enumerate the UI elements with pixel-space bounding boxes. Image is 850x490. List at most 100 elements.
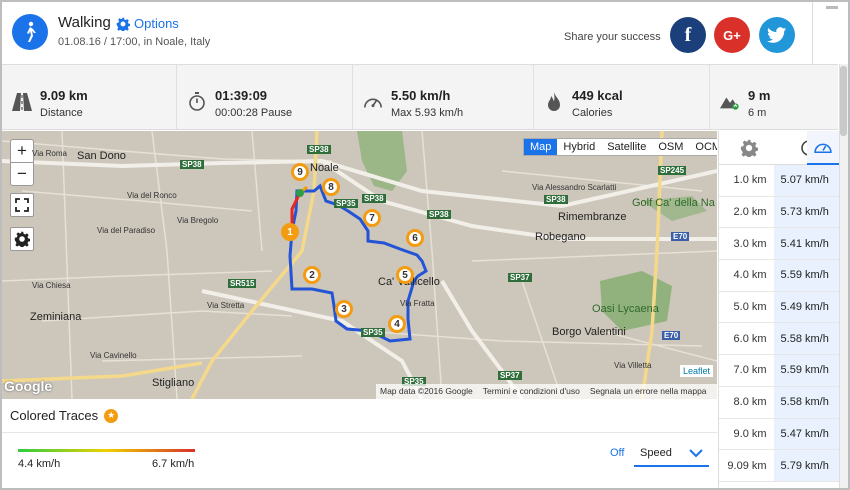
options-label: Options [134,16,179,31]
map-settings-button[interactable] [10,227,34,251]
start-marker[interactable]: 1 [281,223,299,241]
place-label: Via Stretta [207,301,245,310]
split-distance: 7.0 km [733,364,767,377]
route-marker[interactable]: 2 [303,266,321,284]
star-icon: ★ [104,408,119,423]
stopwatch-icon [187,92,207,112]
stat-distance: 9.09 km Distance [2,65,177,129]
zoom-out-button[interactable]: − [10,162,34,186]
split-distance: 4.0 km [733,269,767,282]
facebook-icon: f [684,23,692,46]
road-badge: SP38 [180,160,204,169]
stat-duration: 01:39:09 00:00:28 Pause [177,65,353,129]
place-label: Via del Paradiso [97,226,156,235]
route-marker[interactable]: 6 [406,229,424,247]
place-label: Via del Ronco [127,191,177,200]
gradient-min-label: 4.4 km/h [18,458,61,470]
split-distance: 2.0 km [733,206,767,219]
road-badge: SP245 [658,166,687,175]
twitter-icon [767,26,787,43]
google-plus-share-button[interactable]: G+ [714,17,750,53]
route-marker[interactable]: 4 [388,315,406,333]
avg-speed-value: 5.50 km/h [391,88,451,103]
split-row: 1.0 km 5.07 km/h [719,165,839,197]
attribution-report-link[interactable]: Segnala un errore nella mappa [590,386,707,397]
trace-metric-select[interactable]: Speed [634,441,709,467]
place-label: Via Villetta [614,361,652,370]
attribution-terms-link[interactable]: Termini e condizioni d'uso [483,386,580,397]
speed-gradient-bar [18,449,195,452]
traces-title-text: Colored Traces [10,408,99,423]
route-marker[interactable]: 8 [322,178,340,196]
split-row: 3.0 km 5.41 km/h [719,228,839,261]
map-layer-switcher: Map Hybrid Satellite OSM OCM [523,138,717,156]
road-badge: SP37 [508,273,532,282]
place-label: Rimembranze [558,211,627,223]
road-badge: SP38 [544,195,568,204]
share-label: Share your success [564,31,661,43]
layer-hybrid[interactable]: Hybrid [557,139,601,155]
split-speed: 5.58 km/h [773,323,839,355]
chevron-down-icon [689,449,703,458]
gradient-max-label: 6.7 km/h [152,458,195,470]
facebook-share-button[interactable]: f [670,17,706,53]
layer-satellite[interactable]: Satellite [601,139,652,155]
scrollbar-thumb[interactable] [840,66,847,136]
place-label: San Dono [77,150,126,162]
layer-ocm[interactable]: OCM [689,139,717,155]
route-marker[interactable]: 5 [396,266,414,284]
leaflet-link[interactable]: Leaflet [680,365,714,377]
map-attribution: Map data ©2016 Google Termini e condizio… [376,384,717,399]
split-distance: 3.0 km [733,237,767,250]
elevation-sub-value: 6 m [748,107,767,119]
route-marker[interactable]: 7 [363,209,381,227]
stat-speed: 5.50 km/h Max 5.93 km/h [353,65,534,129]
split-speed: 5.58 km/h [773,386,839,418]
divider [2,432,717,433]
pause-value: 00:00:28 Pause [215,107,293,119]
panel-handle[interactable] [826,6,838,9]
split-speed: 5.07 km/h [773,165,839,196]
layer-osm[interactable]: OSM [652,139,689,155]
split-distance: 1.0 km [733,174,767,187]
road-badge: SP38 [307,145,331,154]
place-label: Noale [310,162,339,174]
splits-speed-tab[interactable] [807,131,839,165]
duration-value: 01:39:09 [215,88,268,103]
split-row: 9.09 km 5.79 km/h [719,450,839,482]
google-plus-icon: G+ [723,27,741,43]
split-row: 5.0 km 5.49 km/h [719,291,839,324]
activity-date-location: 01.08.16 / 17:00, in Noale, Italy [58,36,211,48]
road-badge: SP38 [362,194,386,203]
zoom-in-button[interactable]: + [10,139,34,163]
split-speed: 5.73 km/h [773,196,839,228]
stat-elevation: 9 m 6 m [710,65,838,129]
twitter-share-button[interactable] [759,17,795,53]
route-marker[interactable]: 3 [335,300,353,318]
fullscreen-icon [15,198,29,212]
flame-icon [544,92,564,112]
splits-rows: 1.0 km 5.07 km/h 2.0 km 5.73 km/h 3.0 km 5.41… [719,165,839,482]
splits-settings-tab[interactable] [719,131,779,164]
split-row: 2.0 km 5.73 km/h [719,196,839,229]
place-label: Via Roma [32,149,67,158]
route-map[interactable]: + − Map Hybrid Satellite OSM OCM San Don… [2,131,717,399]
splits-table: 1.0 km 5.07 km/h 2.0 km 5.73 km/h 3.0 km 5.41… [718,131,839,488]
options-link[interactable]: Options [116,16,179,31]
road-icon [12,92,32,112]
split-row: 7.0 km 5.59 km/h [719,355,839,387]
place-label: Via Bregolo [177,216,219,225]
fullscreen-button[interactable] [10,193,34,217]
split-speed: 5.47 km/h [773,418,839,450]
place-label: Via Fratta [400,299,435,308]
place-label: Via Alessandro Scarlatti [532,183,617,192]
layer-map[interactable]: Map [524,139,558,155]
road-badge: E70 [662,331,681,340]
place-label: Borgo Valentini [552,326,626,338]
split-speed: 5.79 km/h [773,450,839,481]
split-row: 9.0 km 5.47 km/h [719,418,839,451]
zoom-in-label: + [17,141,27,160]
attribution-map-data: Map data ©2016 Google [380,386,473,396]
route-marker[interactable]: 9 [291,163,309,181]
traces-off-button[interactable]: Off [610,447,624,459]
